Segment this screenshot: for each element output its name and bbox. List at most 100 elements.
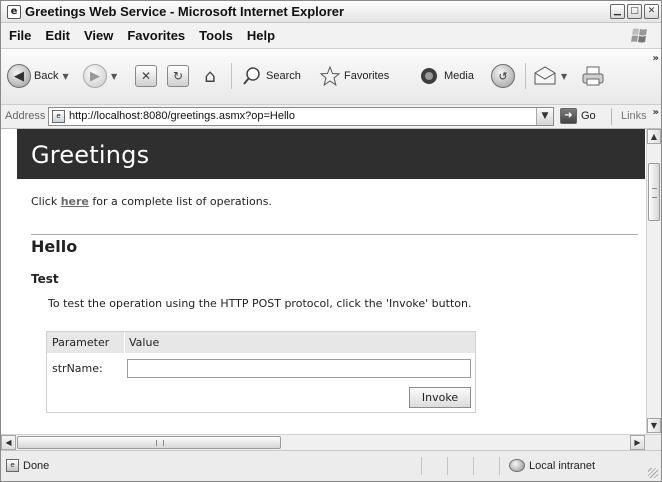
- go-button[interactable]: ➜ Go: [560, 108, 596, 124]
- test-heading: Test: [31, 272, 59, 286]
- mail-dropdown-icon[interactable]: ▼: [561, 72, 567, 81]
- refresh-icon: ↻: [167, 65, 189, 87]
- operation-title: Hello: [31, 237, 78, 256]
- intro-prefix: Click: [31, 195, 61, 208]
- media-button[interactable]: Media: [417, 61, 474, 91]
- star-icon: [319, 65, 341, 87]
- minimize-button[interactable]: ▁: [610, 4, 625, 19]
- value-column-header: Value: [129, 336, 160, 349]
- address-input[interactable]: [69, 110, 524, 122]
- parameter-name: strName:: [52, 362, 103, 375]
- status-pane-divider: [473, 457, 474, 475]
- favorites-button[interactable]: Favorites: [319, 61, 389, 91]
- links-overflow-icon[interactable]: »: [653, 107, 659, 118]
- home-button[interactable]: ⌂: [199, 61, 221, 91]
- status-text: Done: [23, 460, 50, 472]
- address-dropdown-icon[interactable]: ▼: [536, 108, 553, 125]
- window-title: Greetings Web Service - Microsoft Intern…: [25, 4, 345, 19]
- browser-window: e Greetings Web Service - Microsoft Inte…: [0, 0, 662, 482]
- forward-dropdown-icon[interactable]: ▼: [111, 72, 117, 81]
- media-label: Media: [444, 70, 474, 82]
- intro-suffix: for a complete list of operations.: [88, 195, 272, 208]
- menu-bar: File Edit View Favorites Tools Help: [1, 23, 661, 49]
- address-label: Address: [5, 110, 46, 122]
- stop-button[interactable]: ✕: [135, 61, 157, 91]
- scrollbar-corner: [646, 435, 661, 450]
- strname-input[interactable]: [127, 359, 471, 378]
- back-button[interactable]: ◀ Back ▼: [7, 61, 69, 91]
- home-icon: ⌂: [204, 65, 216, 87]
- scroll-right-icon[interactable]: ▶: [630, 435, 645, 450]
- toolbar-separator: [231, 63, 232, 89]
- status-pane-divider: [499, 457, 500, 475]
- page-icon: e: [52, 110, 65, 123]
- close-button[interactable]: ✕: [644, 4, 659, 19]
- vertical-scroll-thumb[interactable]: [648, 163, 660, 221]
- scroll-grip-icon: [156, 440, 164, 446]
- parameter-table-header: Parameter Value: [47, 332, 475, 353]
- print-button[interactable]: [581, 61, 605, 91]
- printer-icon: [582, 66, 604, 86]
- page-title: Greetings: [31, 141, 150, 169]
- page-header: Greetings: [17, 129, 645, 179]
- search-icon: [243, 67, 260, 85]
- standard-toolbar: ◀ Back ▼ ▶ ▼ ✕ ↻ ⌂ Search Favorites Medi…: [1, 49, 661, 105]
- history-button[interactable]: ↺: [491, 61, 515, 91]
- page-done-icon: e: [6, 459, 19, 472]
- menu-view[interactable]: View: [84, 28, 113, 43]
- status-bar: e Done Local intranet: [1, 450, 661, 481]
- menu-help[interactable]: Help: [247, 28, 275, 43]
- intro-text: Click here for a complete list of operat…: [31, 195, 272, 208]
- toolbar-separator: [525, 63, 526, 89]
- invoke-button[interactable]: Invoke: [409, 387, 471, 408]
- horizontal-scrollbar[interactable]: ◀ ▶: [1, 434, 661, 450]
- go-arrow-icon: ➜: [560, 108, 577, 124]
- mail-button[interactable]: ▼: [533, 61, 567, 91]
- scroll-down-icon[interactable]: ▼: [647, 418, 661, 433]
- scroll-up-icon[interactable]: ▲: [647, 129, 661, 144]
- mail-icon: [534, 66, 556, 85]
- status-pane-divider: [421, 457, 422, 475]
- search-label: Search: [266, 70, 301, 82]
- refresh-button[interactable]: ↻: [167, 61, 189, 91]
- title-bar[interactable]: e Greetings Web Service - Microsoft Inte…: [1, 1, 661, 23]
- media-icon: [421, 68, 437, 84]
- address-field[interactable]: e ▼: [48, 107, 554, 126]
- test-description: To test the operation using the HTTP POS…: [48, 297, 472, 310]
- parameter-table: Parameter Value strName: Invoke: [46, 331, 476, 413]
- favorites-label: Favorites: [344, 70, 390, 82]
- section-divider: [31, 234, 638, 235]
- toolbar-overflow-icon[interactable]: »: [653, 53, 659, 64]
- ie-logo-icon: e: [7, 5, 21, 19]
- maximize-button[interactable]: □: [627, 4, 642, 19]
- go-label: Go: [581, 110, 596, 122]
- intranet-zone-icon: [509, 459, 525, 472]
- menu-tools[interactable]: Tools: [199, 28, 233, 43]
- forward-button[interactable]: ▶ ▼: [83, 61, 117, 91]
- stop-icon: ✕: [135, 65, 157, 87]
- window-controls: ▁ □ ✕: [610, 4, 659, 19]
- back-arrow-icon: ◀: [7, 64, 31, 88]
- back-dropdown-icon[interactable]: ▼: [62, 72, 68, 81]
- address-bar: Address e ▼ ➜ Go Links »: [1, 105, 661, 129]
- page-viewport: Greetings Click here for a complete list…: [1, 129, 661, 434]
- menu-edit[interactable]: Edit: [45, 28, 70, 43]
- search-button[interactable]: Search: [241, 61, 301, 91]
- history-icon: ↺: [491, 64, 515, 88]
- horizontal-scroll-thumb[interactable]: [17, 436, 281, 449]
- links-separator: [611, 108, 612, 125]
- windows-flag-icon: [631, 28, 647, 43]
- menu-list: File Edit View Favorites Tools Help: [9, 28, 275, 43]
- column-divider: [124, 332, 125, 353]
- menu-favorites[interactable]: Favorites: [127, 28, 185, 43]
- menu-file[interactable]: File: [9, 28, 31, 43]
- links-button[interactable]: Links: [621, 110, 647, 122]
- parameter-column-header: Parameter: [52, 336, 110, 349]
- security-zone-text: Local intranet: [529, 460, 596, 472]
- resize-grip-icon[interactable]: [648, 468, 658, 478]
- scroll-left-icon[interactable]: ◀: [1, 435, 16, 450]
- back-label: Back: [34, 70, 59, 82]
- vertical-scrollbar[interactable]: ▲ ▼: [646, 129, 661, 434]
- status-pane-divider: [447, 457, 448, 475]
- operations-link[interactable]: here: [61, 195, 89, 208]
